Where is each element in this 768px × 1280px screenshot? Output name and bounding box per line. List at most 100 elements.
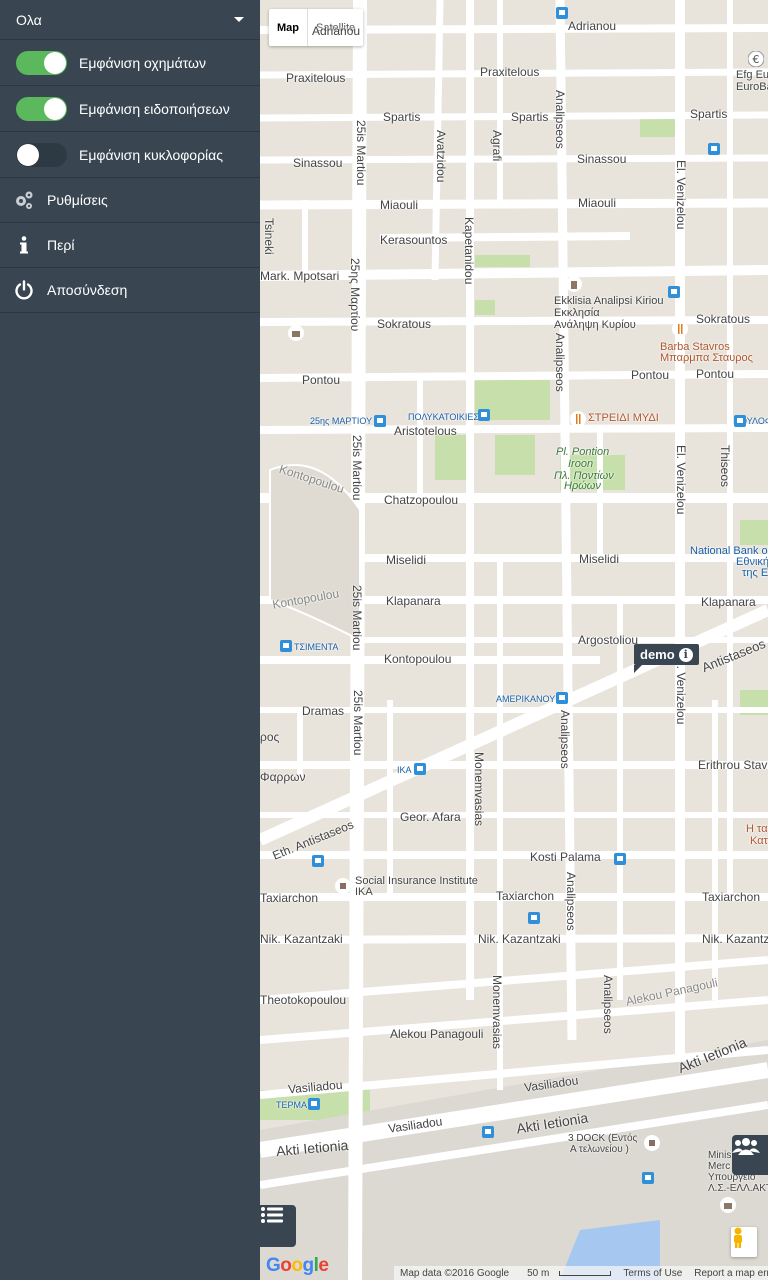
street-label: Kerasountos	[380, 233, 448, 247]
sidebar: Ολα Εμφάνιση οχημάτων Εμφάνιση ειδοποιήσ…	[0, 0, 260, 1280]
toggle-row-vehicles[interactable]: Εμφάνιση οχημάτων	[0, 40, 260, 86]
menu-item-settings[interactable]: Ρυθμίσεις	[0, 178, 260, 223]
street-label: Nik. Kazantzaki	[702, 932, 768, 946]
street-label: Theotokopoulou	[260, 993, 347, 1007]
terms-link[interactable]: Terms of Use	[617, 1268, 688, 1279]
poi-label: Ηρώων	[564, 480, 601, 492]
bus-stop-icon	[308, 1098, 320, 1110]
street-label: Spartis	[690, 107, 728, 121]
toggle-switch-vehicles[interactable]	[16, 50, 67, 75]
list-icon	[261, 1207, 283, 1223]
street-label: Agrafi	[490, 130, 504, 162]
google-logo: Google	[266, 1255, 329, 1276]
toggle-switch-notifications[interactable]	[16, 96, 67, 121]
street-label: Nik. Kazantzaki	[478, 932, 561, 946]
street-label: 25is Martiou	[354, 120, 368, 186]
street-label: Pontou	[696, 367, 735, 381]
info-icon[interactable]: i	[678, 647, 693, 662]
street-label: Analipseos	[601, 975, 615, 1034]
toggle-row-notifications[interactable]: Εμφάνιση ειδοποιήσεων	[0, 86, 260, 132]
street-label: Sinassou	[293, 156, 343, 170]
street-label: Analipseos	[553, 333, 567, 392]
street-label: Monemvasias	[490, 975, 504, 1050]
street-label: Miselidi	[386, 553, 427, 567]
street-label: 25ης Μαρτίου	[348, 258, 362, 332]
users-icon	[732, 1138, 760, 1155]
bus-stop-label: 25ης ΜΑΡΤΙΟΥ	[310, 416, 373, 426]
street-label: Pontou	[631, 368, 670, 382]
street-label: Aristotelous	[394, 424, 457, 438]
building-icon	[335, 878, 351, 894]
poi-label: Pl. Pontion	[556, 446, 610, 458]
scale-label: 50 m	[527, 1267, 550, 1279]
street-label: Mark. Mpotsari	[260, 269, 340, 283]
street-label: Tsineki	[262, 218, 276, 255]
report-error-link[interactable]: Report a map error	[688, 1268, 768, 1279]
power-icon	[12, 278, 36, 302]
vehicle-filter-dropdown[interactable]: Ολα	[0, 0, 260, 40]
street-label: 25is Martiou	[350, 435, 364, 501]
bus-stop-label: ΙΚΑ	[397, 765, 412, 775]
street-label: Kosti Palama	[530, 850, 601, 864]
menu-item-about[interactable]: Περί	[0, 223, 260, 268]
map-view[interactable]: Map Satellite Adrianou Adrianou Praxitel…	[260, 0, 768, 1280]
street-label: El. Venizelou	[674, 160, 688, 230]
street-label: Sokratous	[696, 312, 751, 326]
street-label: Miaouli	[578, 196, 617, 210]
poi-label: Ekklisia Analipsi Kiriou	[554, 295, 664, 307]
bus-stop-icon	[614, 853, 626, 865]
menu-label-settings: Ρυθμίσεις	[47, 192, 108, 208]
poi-label: Ανάληψη Κυρίου	[554, 319, 636, 331]
vehicle-marker-label: demo	[640, 647, 675, 662]
poi-label: Μπαρμπα Σταυρος	[660, 352, 753, 364]
street-label: Praxitelous	[286, 71, 346, 85]
bus-stop-icon	[528, 912, 540, 924]
street-label: Argostoliou	[578, 633, 639, 647]
menu-label-logout: Αποσύνδεση	[47, 282, 128, 298]
map-attribution-bar: Map data ©2016 Google 50 m Terms of Use …	[394, 1266, 768, 1280]
toggle-switch-traffic[interactable]	[16, 142, 67, 167]
map-data-text: Map data ©2016 Google	[400, 1267, 510, 1279]
users-group-button[interactable]	[732, 1135, 768, 1175]
filter-label: Ολα	[16, 11, 42, 28]
poi-label: 3 DOCK (Εντός	[568, 1133, 638, 1144]
street-label: Geor. Afara	[400, 810, 461, 824]
bus-stop-icon	[556, 692, 568, 704]
poi-label: Α τελωνείου )	[570, 1144, 629, 1155]
toggle-label-vehicles: Εμφάνιση οχημάτων	[79, 54, 206, 71]
toggle-label-notifications: Εμφάνιση ειδοποιήσεων	[79, 100, 230, 117]
street-label: Taxiarchon	[702, 890, 761, 904]
poi-label: Κατ	[750, 835, 768, 847]
bus-stop-icon	[708, 143, 720, 155]
menu-item-logout[interactable]: Αποσύνδεση	[0, 268, 260, 313]
bus-stop-icon	[280, 640, 292, 652]
street-label: Taxiarchon	[496, 889, 555, 903]
toggle-row-traffic[interactable]: Εμφάνιση κυκλοφορίας	[0, 132, 260, 178]
vehicle-marker-demo[interactable]: demo i	[634, 644, 699, 673]
street-view-pegman-button[interactable]	[731, 1227, 757, 1257]
street-label: Spartis	[383, 110, 421, 124]
info-icon	[12, 233, 36, 257]
map-type-map-button[interactable]: Map	[269, 9, 308, 46]
poi-label: Η τα	[746, 823, 768, 835]
poi-label: της Ε	[742, 567, 768, 579]
restaurant-icon	[672, 321, 688, 337]
street-label: Pontou	[302, 373, 341, 387]
bus-stop-icon	[668, 286, 680, 298]
poi-label: Λ.Σ.-ΕΛΛ.ΑΚΤ	[708, 1183, 768, 1194]
street-label: Taxiarchon	[260, 891, 319, 905]
street-label: Spartis	[511, 110, 549, 124]
list-toggle-button[interactable]	[260, 1205, 296, 1247]
poi-label: Social Insurance Institute	[355, 875, 478, 887]
street-label: ρος	[260, 730, 280, 744]
street-label: Monemvasias	[472, 752, 486, 827]
street-label: Nik. Kazantzaki	[260, 932, 343, 946]
street-label: Thiseos	[718, 445, 732, 488]
scale-control[interactable]: 50 m	[515, 1268, 617, 1279]
street-label: Adrianou	[568, 19, 617, 33]
caret-down-icon	[234, 17, 244, 22]
street-label: 25is Martiou	[350, 585, 364, 651]
street-label: El. Venizelou	[674, 655, 688, 725]
bus-stop-icon	[374, 415, 386, 427]
poi-label: ΣΤΡΕΙΔΙ ΜΥΔΙ	[588, 412, 659, 424]
